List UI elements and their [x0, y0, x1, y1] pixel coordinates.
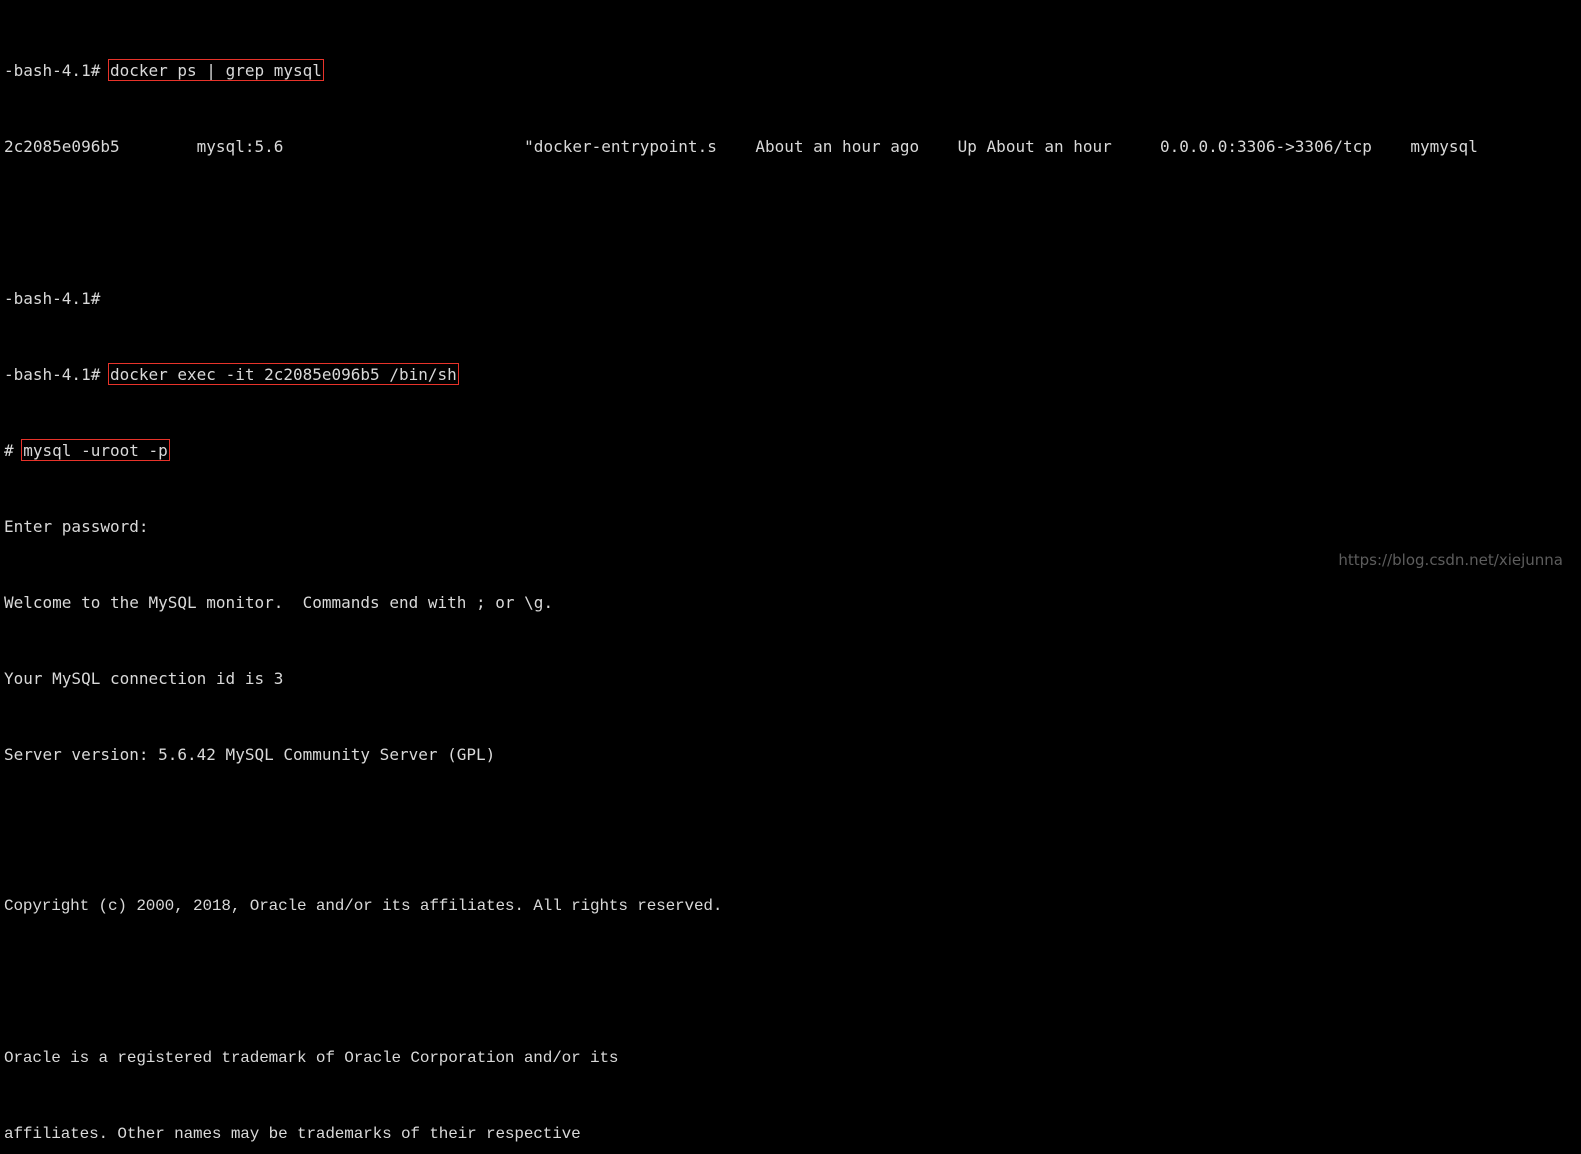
command-docker-ps[interactable]: docker ps | grep mysql [107, 59, 324, 81]
terminal-line-trademark-2: affiliates. Other names may be trademark… [4, 1125, 581, 1143]
terminal-line-container-prompt: # mysql -uroot -p [4, 439, 1581, 461]
shell-prompt: -bash-4.1# [4, 61, 110, 80]
shell-prompt: -bash-4.1# [4, 365, 110, 384]
terminal-line-shell-prompt-1: -bash-4.1# docker ps | grep mysql [4, 59, 1581, 81]
terminal-line-trademark-1: Oracle is a registered trademark of Orac… [4, 1049, 619, 1067]
container-prompt: # [4, 441, 24, 460]
terminal-line-blank-2 [4, 821, 1581, 840]
terminal-window[interactable]: -bash-4.1# docker ps | grep mysql 2c2085… [0, 0, 1581, 1143]
terminal-line-shell-prompt-2: -bash-4.1# [4, 289, 110, 308]
terminal-line-shell-prompt-3: -bash-4.1# docker exec -it 2c2085e096b5 … [4, 363, 1581, 385]
terminal-line-connection-id: Your MySQL connection id is 3 [4, 669, 284, 688]
watermark-text: https://blog.csdn.net/xiejunna [1338, 551, 1563, 569]
command-docker-exec[interactable]: docker exec -it 2c2085e096b5 /bin/sh [107, 363, 459, 385]
terminal-line-blank-1 [4, 213, 1581, 232]
terminal-line-docker-ps-output: 2c2085e096b5 mysql:5.6 "docker-entrypoin… [4, 137, 1478, 156]
terminal-line-mysql-welcome: Welcome to the MySQL monitor. Commands e… [4, 593, 554, 612]
terminal-line-server-version: Server version: 5.6.42 MySQL Community S… [4, 745, 496, 764]
terminal-line-copyright: Copyright (c) 2000, 2018, Oracle and/or … [4, 897, 723, 915]
command-mysql-login[interactable]: mysql -uroot -p [21, 439, 170, 461]
terminal-line-blank-3 [4, 973, 1581, 992]
terminal-line-password-prompt: Enter password: [4, 517, 149, 536]
